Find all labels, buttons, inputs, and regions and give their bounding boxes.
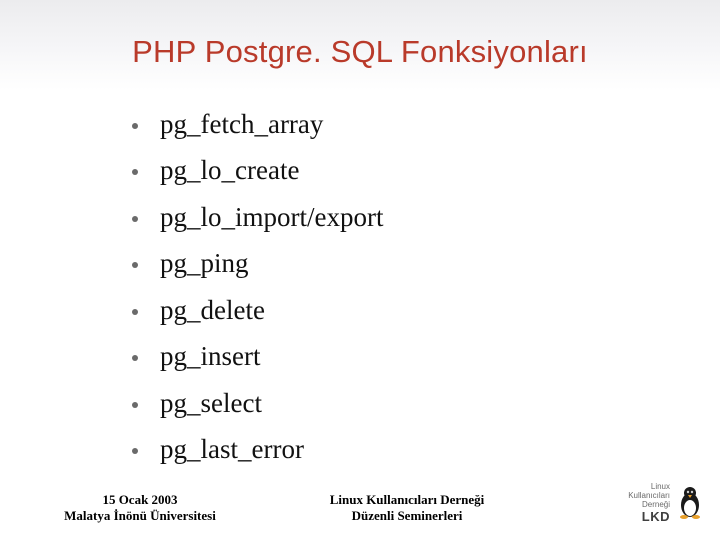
list-item-label: pg_fetch_array [160, 106, 323, 142]
lkd-logo-text: Linux Kullanıcıları Derneği LKD [628, 483, 670, 524]
list-item: pg_lo_import/export [132, 199, 680, 235]
list-item-label: pg_lo_import/export [160, 199, 383, 235]
footer-left: 15 Ocak 2003 Malatya İnönü Üniversitesi [30, 492, 250, 525]
penguin-icon [676, 485, 704, 524]
footer-series: Düzenli Seminerleri [250, 508, 564, 524]
bullet-icon [132, 355, 138, 361]
bullet-icon [132, 123, 138, 129]
function-list: pg_fetch_array pg_lo_create pg_lo_import… [132, 106, 680, 468]
footer: 15 Ocak 2003 Malatya İnönü Üniversitesi … [0, 483, 720, 524]
bullet-icon [132, 448, 138, 454]
bullet-icon [132, 169, 138, 175]
footer-date: 15 Ocak 2003 [30, 492, 250, 508]
list-item: pg_fetch_array [132, 106, 680, 142]
bullet-icon [132, 262, 138, 268]
footer-center: Linux Kullanıcıları Derneği Düzenli Semi… [250, 492, 564, 525]
list-item: pg_last_error [132, 431, 680, 467]
lkd-abbrev: LKD [628, 510, 670, 524]
bullet-icon [132, 309, 138, 315]
list-item-label: pg_insert [160, 338, 261, 374]
footer-location: Malatya İnönü Üniversitesi [30, 508, 250, 524]
list-item: pg_lo_create [132, 152, 680, 188]
list-item: pg_select [132, 385, 680, 421]
list-item: pg_delete [132, 292, 680, 328]
bullet-icon [132, 402, 138, 408]
bullet-icon [132, 216, 138, 222]
list-item-label: pg_select [160, 385, 262, 421]
footer-org: Linux Kullanıcıları Derneği [250, 492, 564, 508]
list-item-label: pg_last_error [160, 431, 304, 467]
list-item: pg_insert [132, 338, 680, 374]
list-item-label: pg_lo_create [160, 152, 299, 188]
footer-right: Linux Kullanıcıları Derneği LKD [564, 483, 704, 524]
list-item-label: pg_ping [160, 245, 249, 281]
slide-title: PHP Postgre. SQL Fonksiyonları [40, 34, 680, 70]
slide: PHP Postgre. SQL Fonksiyonları pg_fetch_… [0, 0, 720, 540]
list-item: pg_ping [132, 245, 680, 281]
list-item-label: pg_delete [160, 292, 265, 328]
